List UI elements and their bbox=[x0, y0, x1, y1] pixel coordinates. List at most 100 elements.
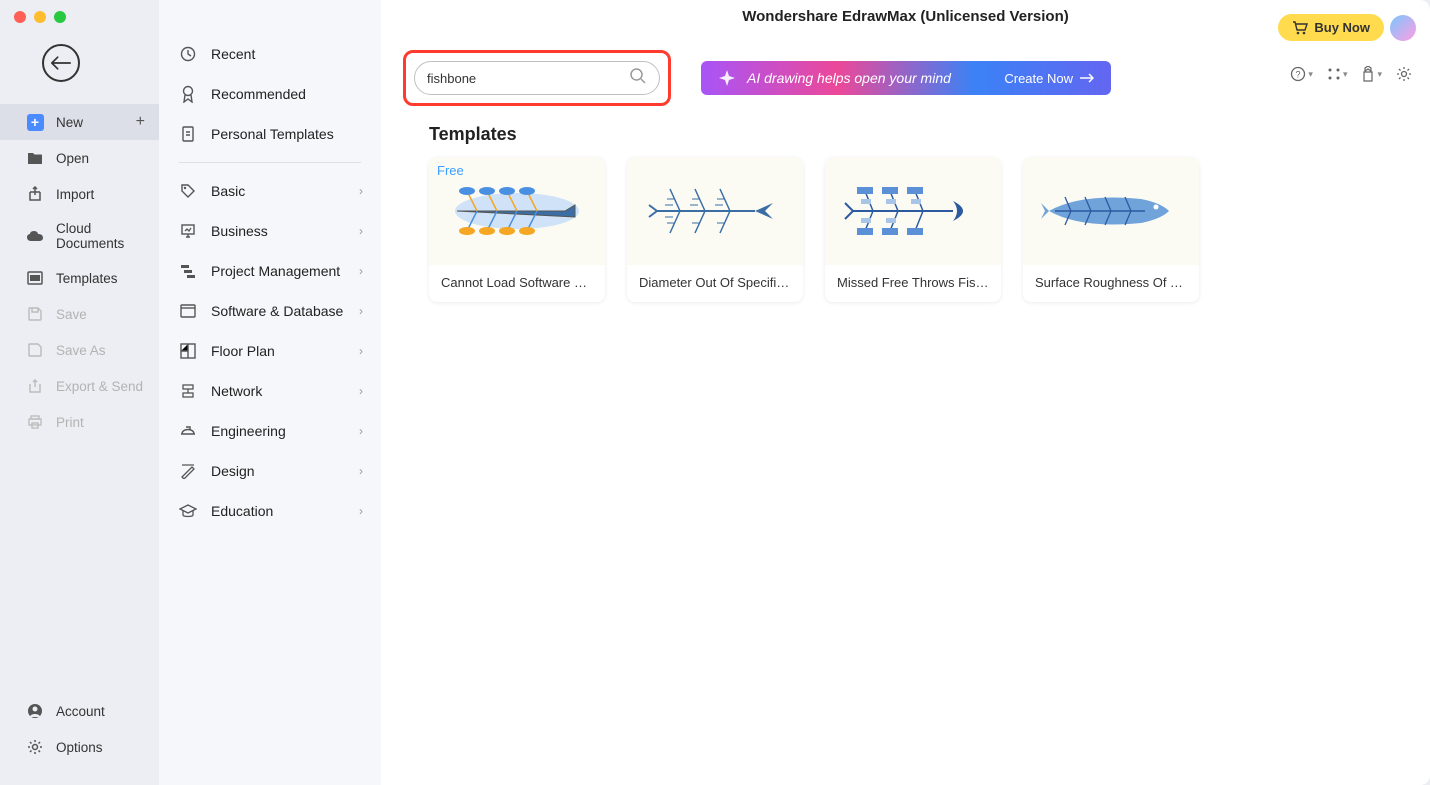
minimize-window-button[interactable] bbox=[34, 11, 46, 23]
templates-icon bbox=[26, 269, 44, 287]
cat-personal-templates[interactable]: Personal Templates bbox=[159, 114, 381, 154]
template-card[interactable]: Diameter Out Of Specification bbox=[627, 157, 803, 302]
nav-account[interactable]: Account bbox=[0, 693, 159, 729]
cat-basic[interactable]: Basic › bbox=[159, 171, 381, 211]
nav-label: Import bbox=[56, 187, 94, 202]
nav-export-send: Export & Send bbox=[0, 368, 159, 404]
cat-label: Recommended bbox=[211, 86, 306, 102]
template-label: Cannot Load Software On A PC bbox=[429, 265, 605, 302]
cat-recent[interactable]: Recent bbox=[159, 34, 381, 74]
chevron-right-icon: › bbox=[359, 504, 363, 518]
nav-label: Account bbox=[56, 704, 105, 719]
cat-design[interactable]: Design › bbox=[159, 451, 381, 491]
clock-icon bbox=[179, 45, 197, 63]
template-card[interactable]: Missed Free Throws Fishbone bbox=[825, 157, 1001, 302]
category-sidebar: Recent Recommended Personal Templates Ba… bbox=[159, 0, 381, 785]
nav-new[interactable]: + New + bbox=[0, 104, 159, 140]
nav-save-as: Save As bbox=[0, 332, 159, 368]
cat-education[interactable]: Education › bbox=[159, 491, 381, 531]
search-input[interactable] bbox=[427, 71, 629, 86]
template-label: Diameter Out Of Specification bbox=[627, 265, 803, 302]
templates-heading: Templates bbox=[381, 106, 1430, 157]
maximize-window-button[interactable] bbox=[54, 11, 66, 23]
cat-label: Personal Templates bbox=[211, 126, 334, 142]
ai-drawing-banner[interactable]: AI drawing helps open your mind Create N… bbox=[701, 61, 1111, 95]
cat-floor-plan[interactable]: Floor Plan › bbox=[159, 331, 381, 371]
chevron-right-icon: › bbox=[359, 304, 363, 318]
template-thumbnail bbox=[825, 157, 1001, 265]
gear-icon bbox=[26, 738, 44, 756]
search-box[interactable] bbox=[414, 61, 660, 95]
account-icon bbox=[26, 702, 44, 720]
create-now-button[interactable]: Create Now bbox=[1004, 71, 1095, 86]
template-grid: Free Cannot Load Software On A PC bbox=[381, 157, 1430, 302]
graduation-cap-icon bbox=[179, 502, 197, 520]
close-window-button[interactable] bbox=[14, 11, 26, 23]
cat-recommended[interactable]: Recommended bbox=[159, 74, 381, 114]
cat-label: Education bbox=[211, 503, 273, 519]
chevron-right-icon: › bbox=[359, 224, 363, 238]
fishbone-diagram-icon bbox=[645, 181, 785, 241]
free-badge: Free bbox=[437, 163, 464, 178]
search-icon[interactable] bbox=[629, 67, 647, 90]
nav-print: Print bbox=[0, 404, 159, 440]
chevron-right-icon: › bbox=[359, 464, 363, 478]
cat-network[interactable]: Network › bbox=[159, 371, 381, 411]
search-highlight bbox=[403, 50, 671, 106]
cat-engineering[interactable]: Engineering › bbox=[159, 411, 381, 451]
grid-dropdown[interactable]: ▾ bbox=[1327, 67, 1348, 81]
arrow-right-icon bbox=[1079, 73, 1095, 83]
chevron-right-icon: › bbox=[359, 424, 363, 438]
nav-label: Options bbox=[56, 740, 103, 755]
nav-label: Save bbox=[56, 307, 87, 322]
help-dropdown[interactable]: ?▾ bbox=[1290, 66, 1313, 82]
network-icon bbox=[179, 382, 197, 400]
left-sidebar: + New + Open Import Cloud Documents Temp… bbox=[0, 0, 159, 785]
nav-label: Templates bbox=[56, 271, 118, 286]
chevron-right-icon: › bbox=[359, 264, 363, 278]
cat-label: Network bbox=[211, 383, 262, 399]
floorplan-icon bbox=[179, 342, 197, 360]
nav-options[interactable]: Options bbox=[0, 729, 159, 765]
divider bbox=[179, 162, 361, 163]
ai-banner-text: AI drawing helps open your mind bbox=[747, 70, 951, 86]
back-button[interactable] bbox=[42, 44, 80, 82]
nav-label: Save As bbox=[56, 343, 106, 358]
document-icon bbox=[179, 125, 197, 143]
cat-software-database[interactable]: Software & Database › bbox=[159, 291, 381, 331]
arrow-left-icon bbox=[51, 56, 71, 70]
nav-label: Print bbox=[56, 415, 84, 430]
template-thumbnail: Free bbox=[429, 157, 605, 265]
nav-label: Cloud Documents bbox=[56, 221, 145, 251]
svg-text:?: ? bbox=[1296, 70, 1301, 80]
nav-label: New bbox=[56, 115, 83, 130]
nav-import[interactable]: Import bbox=[0, 176, 159, 212]
main-content: Wondershare EdrawMax (Unlicensed Version… bbox=[381, 0, 1430, 785]
template-label: Surface Roughness Of The Part bbox=[1023, 265, 1199, 302]
fishbone-diagram-icon bbox=[447, 181, 587, 241]
theme-dropdown[interactable]: ▾ bbox=[1361, 66, 1382, 82]
cat-label: Project Management bbox=[211, 263, 340, 279]
fishbone-diagram-icon bbox=[843, 181, 983, 241]
nav-save: Save bbox=[0, 296, 159, 332]
template-card[interactable]: Surface Roughness Of The Part bbox=[1023, 157, 1199, 302]
template-card[interactable]: Free Cannot Load Software On A PC bbox=[429, 157, 605, 302]
nav-templates[interactable]: Templates bbox=[0, 260, 159, 296]
save-icon bbox=[26, 305, 44, 323]
template-thumbnail bbox=[1023, 157, 1199, 265]
nav-open[interactable]: Open bbox=[0, 140, 159, 176]
cat-label: Recent bbox=[211, 46, 255, 62]
nav-cloud-documents[interactable]: Cloud Documents bbox=[0, 212, 159, 260]
gantt-icon bbox=[179, 262, 197, 280]
chevron-right-icon: › bbox=[359, 184, 363, 198]
cat-business[interactable]: Business › bbox=[159, 211, 381, 251]
plus-icon[interactable]: + bbox=[136, 113, 145, 131]
template-thumbnail bbox=[627, 157, 803, 265]
plus-square-icon: + bbox=[27, 114, 44, 131]
cloud-icon bbox=[26, 227, 44, 245]
settings-button[interactable] bbox=[1396, 66, 1412, 82]
cat-project-management[interactable]: Project Management › bbox=[159, 251, 381, 291]
print-icon bbox=[26, 413, 44, 431]
window-icon bbox=[179, 302, 197, 320]
cat-label: Engineering bbox=[211, 423, 286, 439]
